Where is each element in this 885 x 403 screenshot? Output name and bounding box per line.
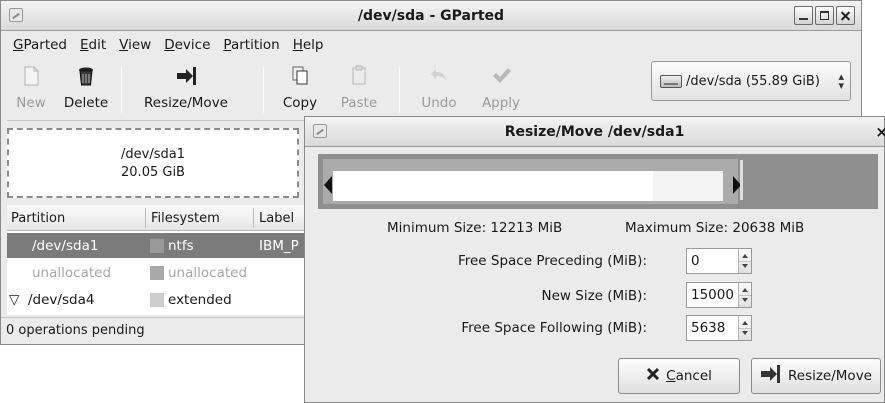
row-filesystem: ntfs bbox=[168, 238, 194, 254]
partition-usage-bar bbox=[333, 171, 723, 201]
delete-button[interactable]: Delete bbox=[57, 63, 115, 115]
new-size-value[interactable]: 15000 bbox=[691, 287, 734, 303]
menu-view[interactable]: View bbox=[119, 37, 151, 53]
undo-icon bbox=[431, 69, 446, 81]
new-document-icon bbox=[24, 66, 39, 86]
partition-table: Partition Filesystem Label /dev/sda1 ntf… bbox=[7, 205, 307, 315]
free-space-preceding-label: Free Space Preceding (MiB): bbox=[457, 253, 647, 269]
row-filesystem: unallocated bbox=[168, 265, 248, 281]
free-space-preceding-spinner[interactable]: 0 bbox=[686, 248, 752, 274]
column-header-filesystem[interactable]: Filesystem bbox=[151, 211, 220, 226]
left-resize-handle-icon[interactable] bbox=[324, 176, 332, 194]
row-label: IBM_P bbox=[259, 238, 299, 254]
expander-icon[interactable]: ▽ bbox=[9, 292, 19, 308]
spinner-arrows[interactable] bbox=[738, 316, 751, 340]
cancel-x-icon bbox=[646, 367, 660, 385]
free-space-following-value[interactable]: 5638 bbox=[691, 320, 725, 336]
dialog-title: Resize/Move /dev/sda1 bbox=[504, 124, 685, 140]
table-row-sda1[interactable]: /dev/sda1 ntfs IBM_P bbox=[7, 233, 307, 258]
dialog-close-icon[interactable]: × bbox=[875, 123, 885, 141]
cancel-button-label: Cancel bbox=[666, 368, 712, 384]
minimize-button[interactable] bbox=[794, 6, 813, 25]
toolbar-separator bbox=[263, 67, 264, 113]
spin-down-icon[interactable] bbox=[742, 264, 748, 268]
maximum-size-label: Maximum Size: 20638 MiB bbox=[625, 220, 805, 236]
copy-button[interactable]: Copy bbox=[273, 63, 327, 115]
trash-icon bbox=[79, 67, 93, 86]
copy-icon bbox=[292, 66, 308, 85]
minimum-size-label: Minimum Size: 12213 MiB bbox=[387, 220, 563, 236]
menu-gparted[interactable]: GParted bbox=[13, 37, 67, 53]
filesystem-color-swatch bbox=[150, 293, 164, 307]
partition-table-header: Partition Filesystem Label bbox=[7, 205, 307, 231]
toolbar-separator bbox=[121, 67, 122, 113]
spin-up-icon[interactable] bbox=[742, 321, 748, 325]
filesystem-color-swatch bbox=[150, 266, 164, 280]
combo-arrows-icon: ▴ ▾ bbox=[838, 70, 844, 92]
hard-drive-icon bbox=[660, 74, 682, 88]
column-header-label[interactable]: Label bbox=[259, 211, 294, 226]
resize-move-button[interactable]: Resize/Move bbox=[125, 63, 247, 115]
menu-device[interactable]: Device bbox=[164, 37, 210, 53]
menu-partition[interactable]: Partition bbox=[223, 37, 279, 53]
window-controls bbox=[794, 6, 855, 25]
partition-resizer[interactable] bbox=[318, 154, 878, 209]
spinner-arrows[interactable] bbox=[738, 249, 751, 273]
resize-arrow-icon bbox=[177, 67, 196, 85]
resize-move-button-label: Resize/Move bbox=[787, 368, 872, 384]
main-window-title: /dev/sda - GParted bbox=[357, 8, 505, 24]
filesystem-color-swatch bbox=[150, 239, 164, 253]
checkmark-icon bbox=[493, 68, 511, 83]
table-row-sda4[interactable]: ▽ /dev/sda4 extended bbox=[7, 287, 307, 312]
free-space-following-spinner[interactable]: 5638 bbox=[686, 315, 752, 341]
close-button[interactable] bbox=[836, 6, 855, 25]
resize-move-dialog: Resize/Move /dev/sda1 × Minimum Size: 12… bbox=[304, 116, 885, 403]
row-partition: unallocated bbox=[32, 265, 112, 281]
device-selector-value: /dev/sda (55.89 GiB) bbox=[686, 73, 820, 89]
main-titlebar[interactable]: /dev/sda - GParted bbox=[1, 1, 861, 31]
row-partition: /dev/sda1 bbox=[32, 238, 99, 254]
free-space-preceding-value[interactable]: 0 bbox=[691, 253, 700, 269]
menu-help[interactable]: Help bbox=[293, 37, 324, 53]
column-header-partition[interactable]: Partition bbox=[11, 211, 65, 226]
new-size-label: New Size (MiB): bbox=[541, 288, 647, 304]
partition-graphic-sda1[interactable]: /dev/sda1 20.05 GiB bbox=[7, 128, 299, 198]
column-separator[interactable] bbox=[145, 208, 146, 228]
toolbar: New Delete Resize/Move Copy Paste Undo A… bbox=[7, 61, 855, 121]
row-filesystem: extended bbox=[168, 292, 232, 308]
new-size-spinner[interactable]: 15000 bbox=[686, 282, 752, 308]
spin-down-icon[interactable] bbox=[742, 298, 748, 302]
maximize-button[interactable] bbox=[815, 6, 834, 25]
partition-resize-frame[interactable] bbox=[323, 159, 741, 204]
undo-button[interactable]: Undo bbox=[415, 63, 463, 115]
partition-used-space bbox=[653, 171, 723, 201]
spinner-arrows[interactable] bbox=[738, 283, 751, 307]
paste-button[interactable]: Paste bbox=[333, 63, 385, 115]
resize-arrow-icon bbox=[760, 365, 782, 387]
resize-grip[interactable] bbox=[740, 160, 743, 200]
resize-move-confirm-button[interactable]: Resize/Move bbox=[751, 358, 881, 394]
new-button[interactable]: New bbox=[7, 63, 55, 115]
toolbar-separator bbox=[399, 67, 400, 113]
menubar: GParted Edit View Device Partition Help bbox=[1, 32, 861, 58]
apply-button[interactable]: Apply bbox=[475, 63, 527, 115]
menu-edit[interactable]: Edit bbox=[80, 37, 106, 53]
cancel-button[interactable]: Cancel bbox=[618, 358, 740, 394]
spin-up-icon[interactable] bbox=[742, 288, 748, 292]
partition-graphic-size: 20.05 GiB bbox=[121, 165, 185, 180]
dialog-titlebar[interactable]: Resize/Move /dev/sda1 × bbox=[305, 117, 885, 147]
column-separator[interactable] bbox=[253, 208, 254, 228]
spin-up-icon[interactable] bbox=[742, 254, 748, 258]
partition-graphic-name: /dev/sda1 bbox=[121, 147, 185, 162]
row-partition: /dev/sda4 bbox=[28, 292, 95, 308]
device-selector[interactable]: /dev/sda (55.89 GiB) ▴ ▾ bbox=[651, 61, 851, 101]
spin-down-icon[interactable] bbox=[742, 331, 748, 335]
table-row-unallocated[interactable]: unallocated unallocated bbox=[7, 260, 307, 285]
paste-icon bbox=[352, 65, 366, 85]
free-space-following-label: Free Space Following (MiB): bbox=[461, 320, 647, 336]
